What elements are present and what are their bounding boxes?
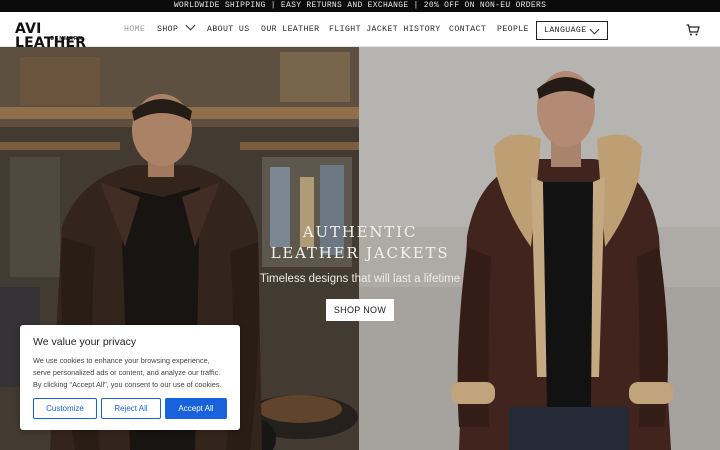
cookie-description: We use cookies to enhance your browsing … xyxy=(33,356,222,389)
language-selector[interactable]: LANGUAGE xyxy=(536,21,608,40)
nav-item-shop[interactable]: SHOP xyxy=(157,12,196,47)
nav-item-about-us[interactable]: ABOUT US xyxy=(207,12,250,47)
nav-item-home[interactable]: HOME xyxy=(124,12,145,47)
shop-now-button[interactable]: SHOP NOW xyxy=(326,299,394,321)
chevron-down-icon xyxy=(185,20,196,31)
announcement-text: WORLDWIDE SHIPPING | EASY RETURNS AND EX… xyxy=(173,1,547,10)
language-label: LANGUAGE xyxy=(544,26,587,35)
nav-item-shop-label: SHOP xyxy=(157,25,179,34)
nav-item-our-leather[interactable]: OUR LEATHER xyxy=(261,12,319,47)
cookie-title: We value your privacy xyxy=(33,336,137,348)
hero-title-line-2: LEATHER JACKETS xyxy=(270,244,450,262)
announcement-bar: WORLDWIDE SHIPPING | EASY RETURNS AND EX… xyxy=(0,0,720,12)
hero-title-line-1: AUTHENTIC xyxy=(302,223,418,241)
nav-item-flight-jacket-history[interactable]: FLIGHT JACKET HISTORY xyxy=(329,12,441,47)
nav-item-people[interactable]: PEOPLE xyxy=(497,12,529,47)
logo[interactable]: AVI LEATHER DENMARK xyxy=(15,22,109,50)
cookie-accept-button[interactable]: Accept All xyxy=(165,398,227,419)
cart-icon[interactable] xyxy=(686,24,700,36)
nav-item-contact[interactable]: CONTACT xyxy=(449,12,486,47)
cookie-customize-button[interactable]: Customize xyxy=(33,398,97,419)
cookie-reject-button[interactable]: Reject All xyxy=(101,398,161,419)
chevron-down-icon xyxy=(589,24,600,35)
logo-subtext: DENMARK xyxy=(50,36,83,42)
hero-subtitle: Timeless designs that will last a lifeti… xyxy=(259,273,461,285)
site-header: AVI LEATHER DENMARK HOME SHOP ABOUT US O… xyxy=(0,12,720,50)
cookie-consent-banner: We value your privacy We use cookies to … xyxy=(20,325,240,430)
